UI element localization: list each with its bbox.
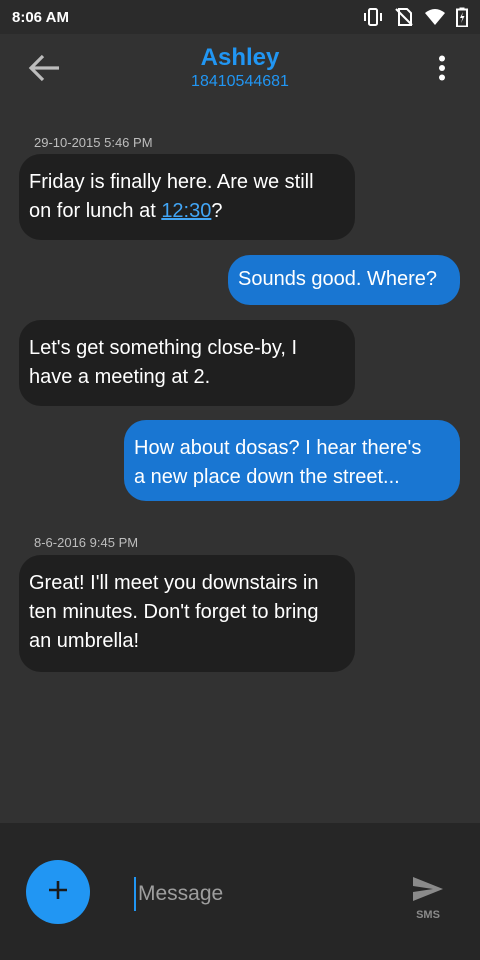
- message-line: Friday is finally here. Are we still: [29, 171, 314, 193]
- back-button[interactable]: [24, 50, 64, 90]
- outgoing-message[interactable]: Sounds good. Where?: [228, 255, 460, 305]
- message-line: Great! I'll meet you downstairs in: [29, 572, 319, 594]
- battery-icon: [456, 7, 468, 27]
- wifi-icon: [424, 8, 446, 26]
- contact-name: Ashley: [200, 44, 280, 71]
- message-line: Sounds good. Where?: [238, 268, 438, 290]
- compose-bar: SMS: [0, 823, 480, 960]
- status-time: 8:06 AM: [12, 9, 69, 26]
- contact-number: 18410544681: [191, 73, 289, 90]
- message-line: an umbrella!: [29, 630, 140, 652]
- toolbar: Ashley 18410544681: [0, 34, 480, 104]
- message-thread[interactable]: 29-10-2015 5:46 PM Friday is finally her…: [0, 104, 480, 824]
- timestamp: 29-10-2015 5:46 PM: [34, 135, 153, 150]
- more-vert-icon: [438, 55, 446, 86]
- message-line: have a meeting at 2.: [29, 366, 211, 388]
- message-line: a new place down the street...: [134, 466, 400, 488]
- overflow-menu-button[interactable]: [426, 50, 458, 90]
- message-line: on for lunch at 12:30?: [29, 200, 223, 222]
- time-link[interactable]: 12:30: [161, 200, 211, 222]
- message-line: How about dosas? I hear there's: [134, 437, 422, 459]
- message-line: Let's get something close-by, I: [29, 337, 298, 359]
- incoming-message[interactable]: Friday is finally here. Are we still on …: [19, 154, 355, 240]
- send-icon: [411, 877, 445, 907]
- send-label: SMS: [416, 909, 440, 921]
- plus-icon: [47, 879, 69, 906]
- outgoing-message[interactable]: How about dosas? I hear there's a new pl…: [124, 420, 460, 501]
- incoming-message[interactable]: Great! I'll meet you downstairs in ten m…: [19, 555, 355, 672]
- add-attachment-button[interactable]: [26, 860, 90, 924]
- timestamp: 8-6-2016 9:45 PM: [34, 535, 139, 550]
- message-input[interactable]: [134, 877, 380, 911]
- vibrate-icon: [362, 7, 384, 27]
- status-icons: [362, 7, 468, 27]
- no-sim-icon: [394, 7, 414, 27]
- incoming-message[interactable]: Let's get something close-by, I have a m…: [19, 320, 355, 406]
- status-bar: 8:06 AM: [0, 0, 480, 34]
- contact-header[interactable]: Ashley 18410544681: [120, 44, 360, 92]
- send-button[interactable]: SMS: [408, 875, 448, 925]
- arrow-back-icon: [27, 53, 61, 88]
- message-line: ten minutes. Don't forget to bring: [29, 601, 319, 623]
